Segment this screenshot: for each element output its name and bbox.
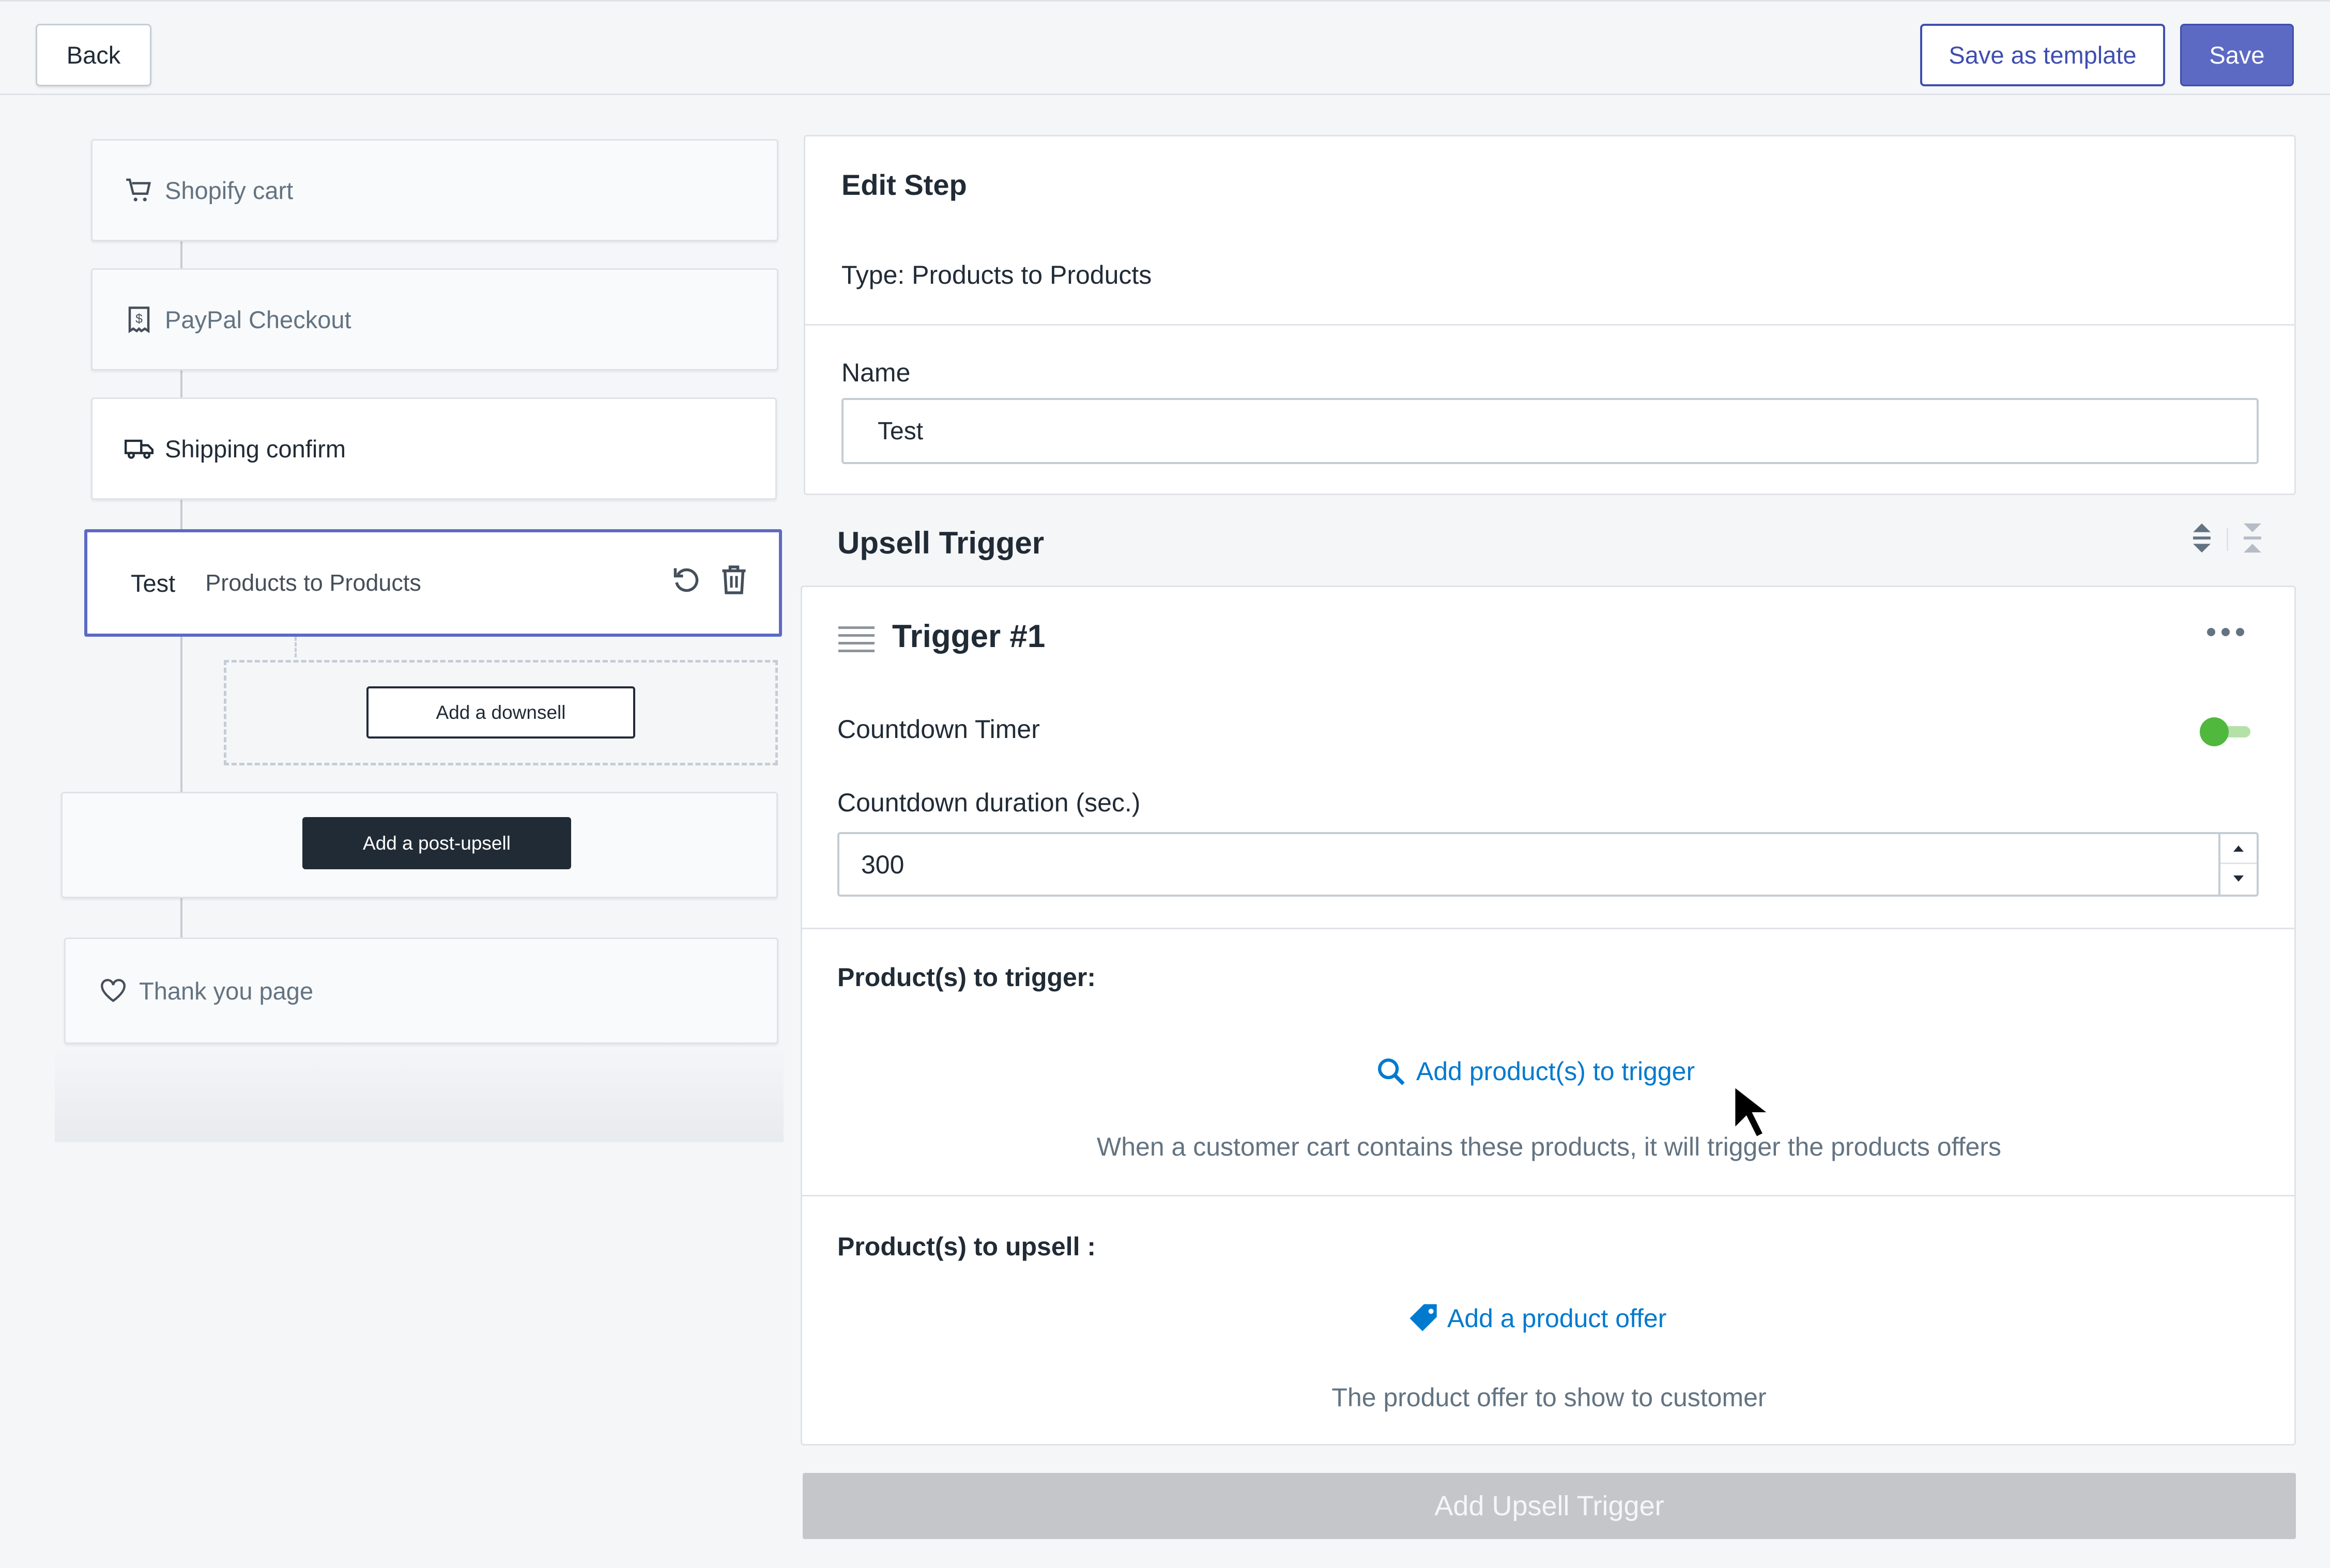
icon-divider <box>2227 528 2228 551</box>
increment-button[interactable] <box>2220 834 2257 864</box>
expand-all-icon[interactable] <box>2191 522 2212 557</box>
add-trigger-products-label: Add product(s) to trigger <box>1416 1057 1695 1086</box>
flow-step-selected[interactable]: Test Products to Products <box>84 529 782 637</box>
flow-step-thank-you[interactable]: Thank you page <box>64 937 778 1044</box>
divider <box>802 928 2294 929</box>
add-product-offer-link[interactable]: Add a product offer <box>1407 1301 1666 1335</box>
divider <box>802 1195 2294 1196</box>
name-input[interactable]: Test <box>841 398 2259 464</box>
flow-step-label: Shipping confirm <box>165 435 346 463</box>
save-button[interactable]: Save <box>2180 24 2294 86</box>
flow-step-shipping-confirm[interactable]: Shipping confirm <box>91 397 777 500</box>
drag-handle-icon[interactable] <box>838 626 875 656</box>
trigger-title: Trigger #1 <box>892 619 1046 654</box>
trigger-products-label: Product(s) to trigger: <box>837 963 1096 992</box>
save-as-template-button[interactable]: Save as template <box>1920 24 2165 86</box>
countdown-timer-label: Countdown Timer <box>837 715 1040 744</box>
delete-icon[interactable] <box>719 564 748 598</box>
flow-step-label: Thank you page <box>139 977 314 1005</box>
mouse-cursor-icon <box>1731 1082 1775 1143</box>
add-product-offer-label: Add a product offer <box>1447 1304 1667 1333</box>
add-downsell-button[interactable]: Add a downsell <box>366 686 635 739</box>
downsell-connector <box>295 637 297 657</box>
svg-text:$: $ <box>135 312 143 326</box>
back-button[interactable]: Back <box>36 24 151 86</box>
collapse-all-icon[interactable] <box>2242 522 2263 557</box>
cart-icon <box>124 175 155 206</box>
add-trigger-products-link[interactable]: Add product(s) to trigger <box>1376 1056 1695 1086</box>
flow-step-label: Shopify cart <box>165 176 294 204</box>
truck-icon <box>124 433 155 464</box>
tag-icon <box>1407 1301 1441 1335</box>
step-type-text: Type: Products to Products <box>841 260 1152 289</box>
name-label: Name <box>841 358 911 387</box>
receipt-icon: $ <box>124 304 155 335</box>
edit-step-title: Edit Step <box>841 168 967 201</box>
upsell-trigger-title: Upsell Trigger <box>837 526 1045 560</box>
search-icon <box>1376 1056 1406 1086</box>
selected-step-name: Test <box>131 569 176 597</box>
trigger-help-text: When a customer cart contains these prod… <box>1097 1132 2001 1161</box>
countdown-duration-input[interactable]: 300 <box>837 832 2259 897</box>
more-options-icon[interactable] <box>2205 624 2246 642</box>
countdown-toggle[interactable] <box>2199 716 2252 749</box>
add-post-upsell-button[interactable]: Add a post-upsell <box>302 817 571 869</box>
flow-step-shopify-cart[interactable]: Shopify cart <box>91 139 778 241</box>
decrement-button[interactable] <box>2220 864 2257 893</box>
flow-step-paypal-checkout[interactable]: $ PayPal Checkout <box>91 268 778 371</box>
offer-help-text: The product offer to show to customer <box>1331 1383 1767 1412</box>
selected-step-type: Products to Products <box>205 570 421 596</box>
upsell-products-label: Product(s) to upsell : <box>837 1232 1096 1261</box>
divider <box>805 324 2294 326</box>
stepper <box>2218 834 2257 895</box>
heart-icon <box>98 975 129 1006</box>
add-upsell-trigger-button[interactable]: Add Upsell Trigger <box>803 1473 2296 1539</box>
flow-panel-fade <box>55 1044 784 1142</box>
reset-icon[interactable] <box>671 564 702 598</box>
flow-step-label: PayPal Checkout <box>165 305 351 333</box>
countdown-duration-label: Countdown duration (sec.) <box>837 788 1141 817</box>
